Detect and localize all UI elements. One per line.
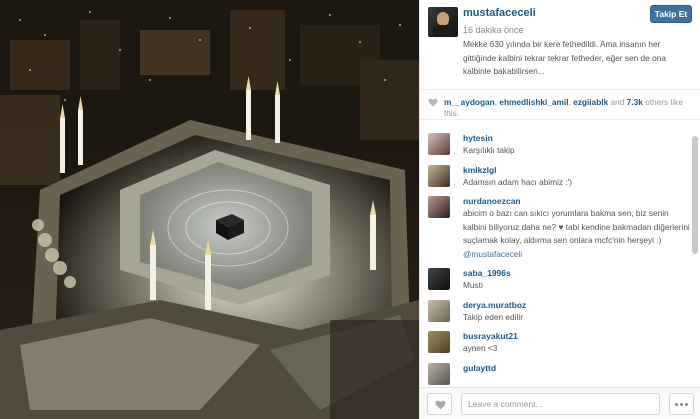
comment-body: abicim o bazı can sıkıcı yorumlara bakma… [463,208,690,245]
comment-text: aynen <3 [463,343,498,353]
comment-username[interactable]: busrayakut21 [463,330,693,342]
heart-icon [435,400,446,410]
comments-scrollbar[interactable] [692,136,698,254]
comment-username[interactable]: kmlkzlgl [463,164,693,176]
post-caption: Mekke 630 yılında bir kere fethedildi. A… [463,39,666,76]
more-dots-icon [680,403,683,406]
comment-text: Takip eden edilir [463,311,523,322]
follow-button[interactable]: Takip Et [650,5,692,23]
commenter-avatar[interactable] [428,164,450,187]
more-dots-icon [685,403,688,406]
comment-username[interactable]: gulayttd [463,362,693,374]
commenter-avatar[interactable] [428,196,450,218]
comment-text: abicim o bazı can sıkıcı yorumlara bakma… [463,207,693,261]
comment-composer [420,387,700,419]
avatar-face [437,12,449,26]
likes-summary: m__aydogan, ehmedlishki_amil, ezgiiablk … [420,90,700,120]
liker-link[interactable]: ehmedlishki_amil [499,97,568,107]
heart-icon [428,98,438,107]
likes-separator: and [608,97,627,107]
like-button[interactable] [427,393,452,415]
post-photo[interactable] [0,0,419,419]
post-timestamp[interactable]: 16 dakika önce [463,25,524,35]
comment-item: derya.muratboz Takip eden edilir [420,293,700,325]
comment-item: nurdanoezcan abicim o bazı can sıkıcı yo… [420,189,700,261]
comment-username[interactable]: nurdanoezcan [463,195,693,207]
comment-text: Musti [463,280,483,290]
instagram-post-view: mustafaceceli Takip Et 16 dakika önce Me… [0,0,700,419]
comment-item: busrayakut21 aynen <3 [420,324,700,356]
likes-text: m__aydogan, ehmedlishki_amil, ezgiiablk … [444,97,694,119]
more-options-button[interactable] [669,393,694,415]
comment-mention-link[interactable]: @mustafaceceli [463,249,522,259]
commenter-avatar[interactable] [428,268,450,290]
comment-item: saba_1996s Musti [420,261,700,293]
commenter-avatar[interactable] [428,299,450,322]
more-dots-icon [675,403,678,406]
liker-link[interactable]: m__aydogan [444,97,495,107]
comment-item: kmlkzlgl Adamsın adam hacı abimiz :') [420,158,700,190]
commenter-avatar[interactable] [428,362,450,385]
post-header: mustafaceceli Takip Et 16 dakika önce Me… [420,0,700,90]
comment-item: hytesin Karşılıklı takip [420,126,700,158]
comment-input[interactable] [461,393,660,415]
comment-username[interactable]: derya.muratboz [463,299,693,311]
commenter-avatar[interactable] [428,331,450,353]
avatar-body [433,25,453,37]
author-username[interactable]: mustafaceceli [463,7,536,19]
comment-username[interactable]: saba_1996s [463,267,693,279]
commenter-avatar[interactable] [428,133,450,155]
comment-username[interactable]: hytesin [463,132,693,144]
mecca-night-photo [0,0,419,419]
likes-count[interactable]: 7.3k [627,97,643,107]
author-avatar[interactable] [428,7,458,37]
liker-link[interactable]: ezgiiablk [573,97,608,107]
comment-text: Adamsın adam hacı abimiz :') [463,176,573,187]
comment-item: gulayttd [420,356,700,385]
comments-list[interactable]: hytesin Karşılıklı takip kmlkzlgl Adamsı… [420,126,700,388]
post-sidebar: mustafaceceli Takip Et 16 dakika önce Me… [419,0,700,419]
comment-text: Karşılıklı takip [463,145,515,155]
